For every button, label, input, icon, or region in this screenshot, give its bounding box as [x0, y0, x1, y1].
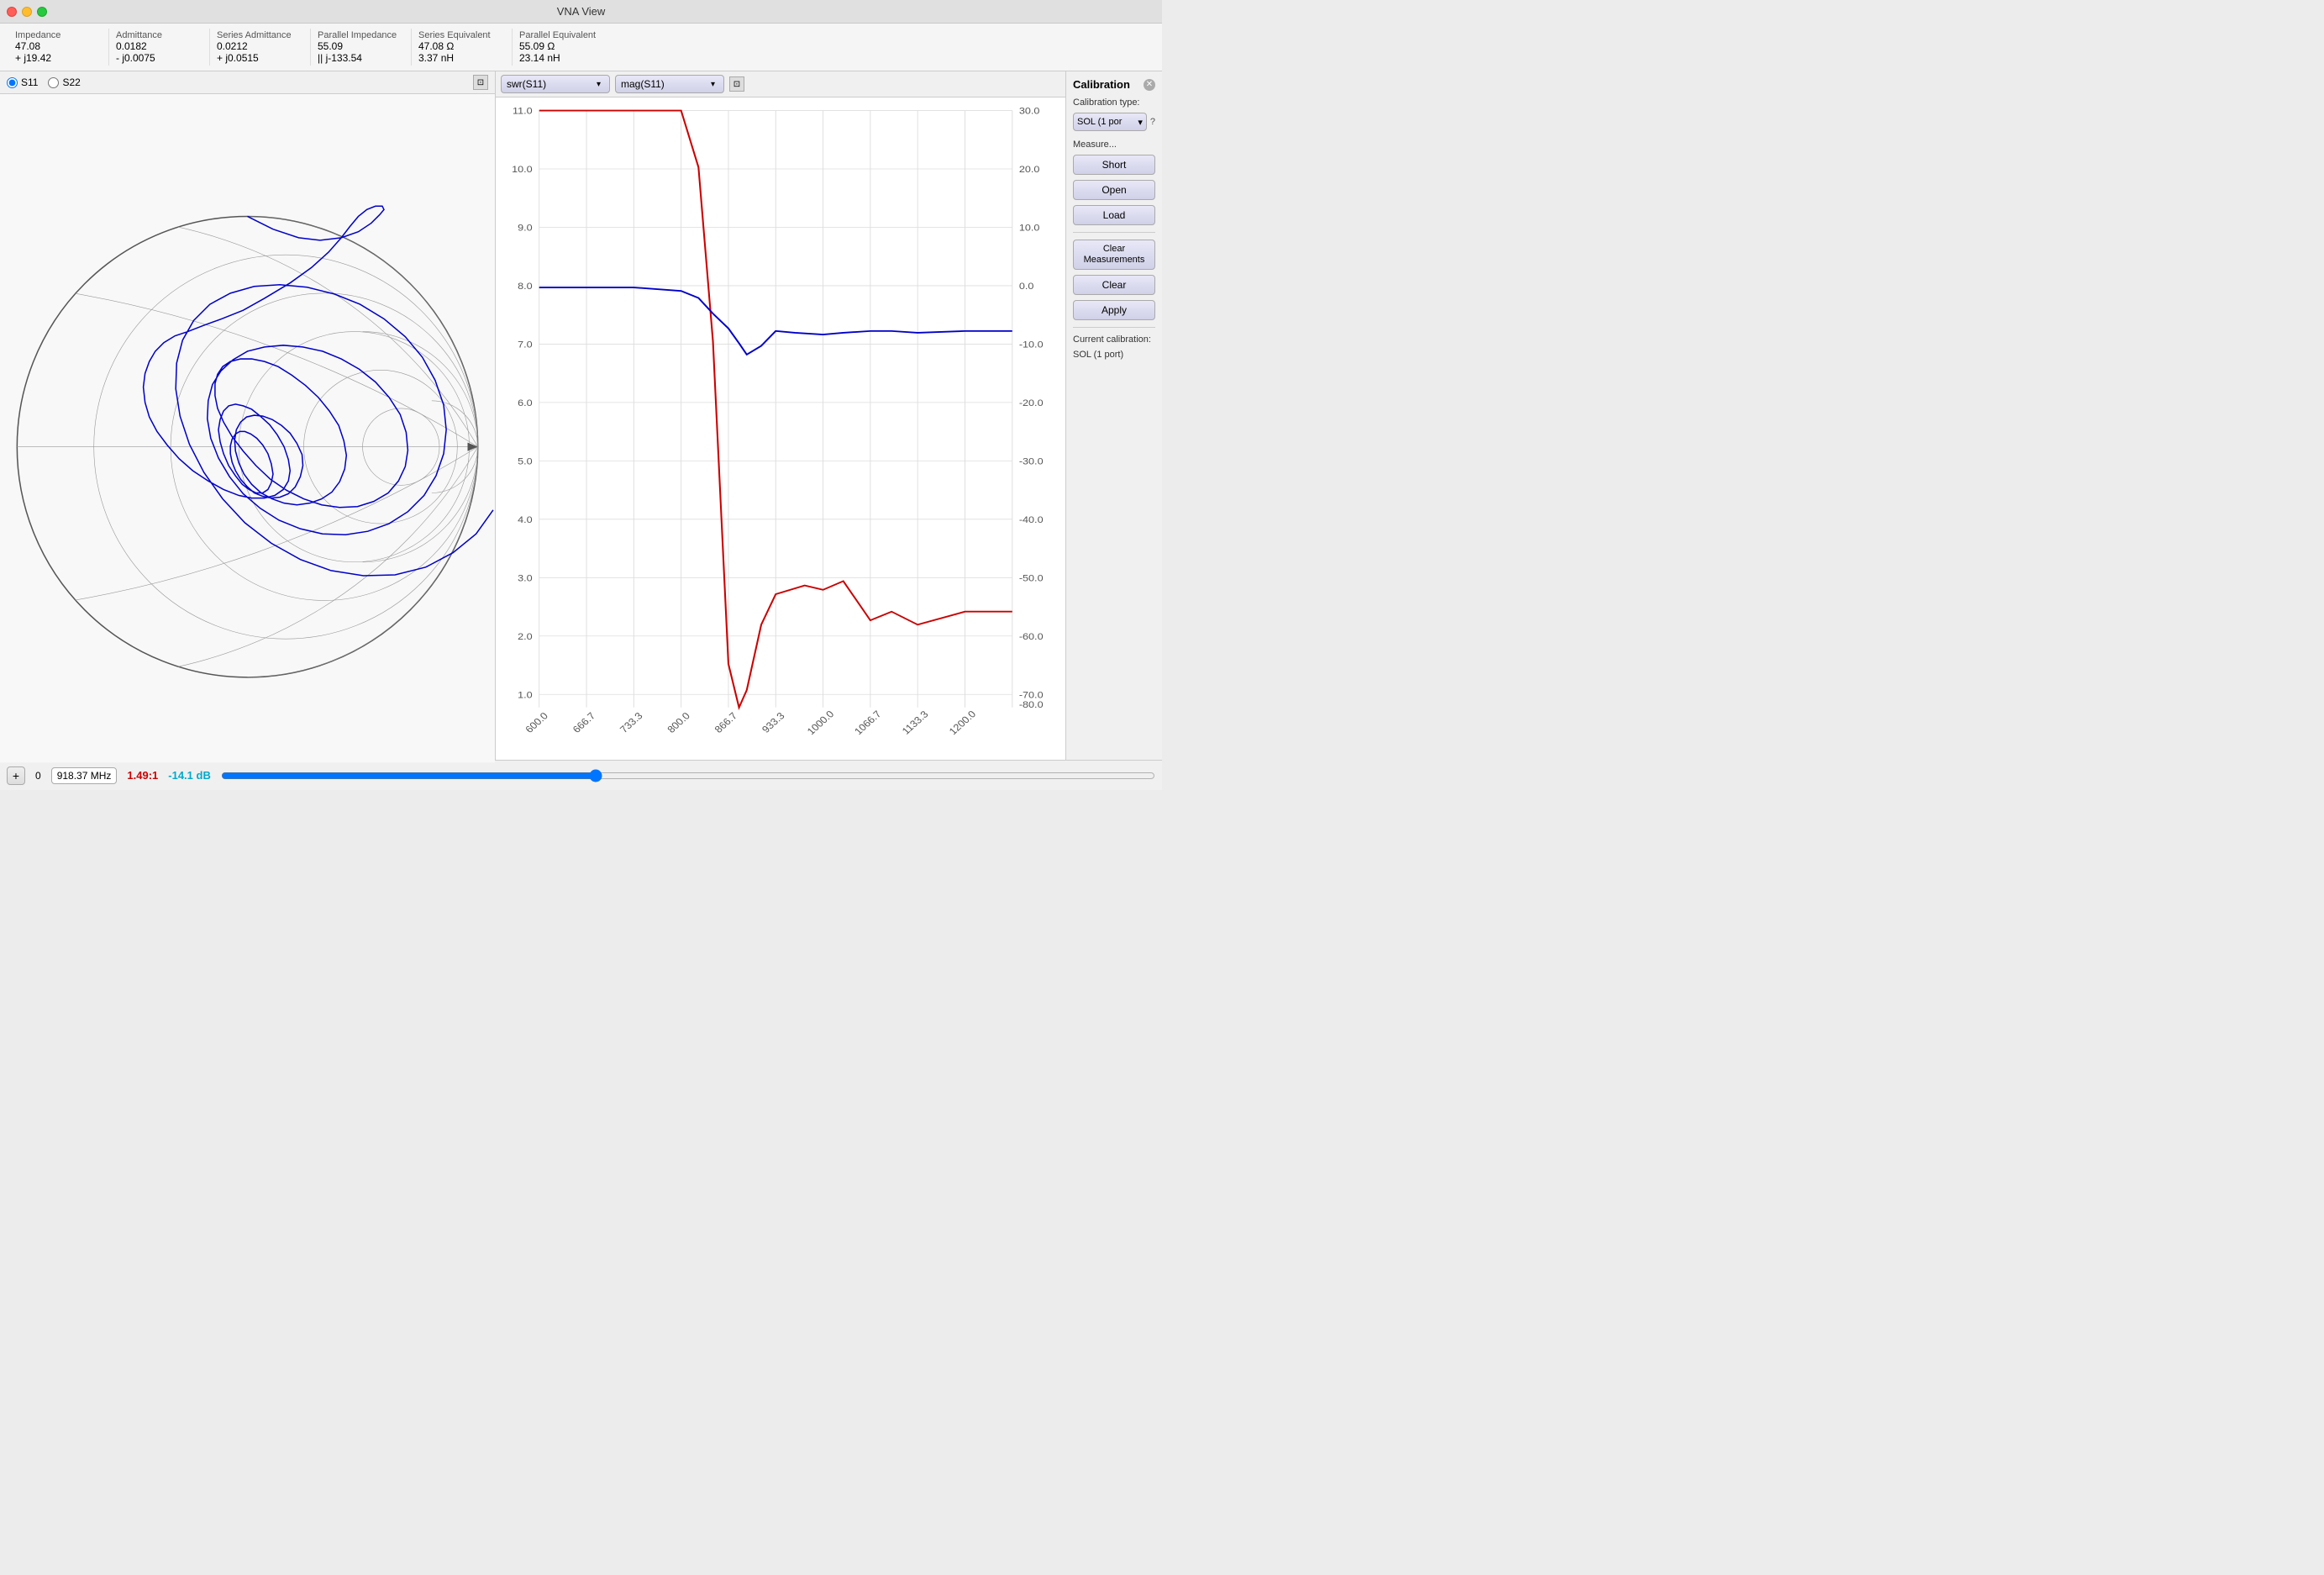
svg-text:-30.0: -30.0 — [1019, 456, 1044, 466]
svg-text:-60.0: -60.0 — [1019, 630, 1044, 641]
metric-impedance-sub: + j19.42 — [15, 52, 102, 64]
metric-series-admittance-label: Series Admittance — [217, 30, 303, 40]
line-chart-area: .axis-text { font-family: sans-serif; fo… — [496, 97, 1065, 760]
metric-series-admittance-value: 0.0212 — [217, 40, 303, 52]
s22-radio-label[interactable]: S22 — [48, 76, 80, 88]
short-button[interactable]: Short — [1073, 155, 1155, 175]
svg-text:8.0: 8.0 — [518, 281, 533, 292]
chart-dropdown-2[interactable]: mag(S11) mag(S22) phase(S11) — [615, 75, 724, 93]
svg-text:7.0: 7.0 — [518, 339, 533, 350]
chart-dropdown-1[interactable]: swr(S11) swr(S22) real(S11) — [501, 75, 610, 93]
s11-radio[interactable] — [7, 77, 18, 88]
calibration-panel: Calibration ✕ Calibration type: SOL (1 p… — [1065, 71, 1162, 760]
line-chart-container: swr(S11) swr(S22) real(S11) mag(S11) mag… — [496, 71, 1065, 760]
calibration-title-text: Calibration — [1073, 78, 1130, 91]
chart-select-2[interactable]: mag(S11) mag(S22) phase(S11) — [621, 78, 683, 90]
metric-parallel-equivalent-label: Parallel Equivalent — [519, 30, 607, 40]
metric-parallel-impedance: Parallel Impedance 55.09 || j-133.54 — [311, 29, 412, 66]
svg-text:0.0: 0.0 — [1019, 281, 1034, 292]
s11-label: S11 — [21, 76, 38, 88]
header-metrics: Impedance 47.08 + j19.42 Admittance 0.01… — [0, 24, 1162, 71]
traffic-lights — [7, 7, 47, 17]
chevron-down-icon: ▾ — [1138, 117, 1143, 128]
smith-expand-button[interactable]: ⊡ — [473, 75, 488, 90]
cal-type-label: Calibration type: — [1073, 97, 1155, 108]
divider-2 — [1073, 327, 1155, 328]
svg-text:-50.0: -50.0 — [1019, 572, 1044, 583]
metric-series-equivalent: Series Equivalent 47.08 Ω 3.37 nH — [412, 29, 513, 66]
line-chart-svg: .axis-text { font-family: sans-serif; fo… — [496, 97, 1065, 760]
metric-parallel-impedance-sub: || j-133.54 — [318, 52, 404, 64]
help-icon[interactable]: ? — [1150, 117, 1155, 127]
metric-parallel-impedance-label: Parallel Impedance — [318, 30, 404, 40]
svg-text:-20.0: -20.0 — [1019, 398, 1044, 408]
svg-text:6.0: 6.0 — [518, 398, 533, 408]
metric-parallel-equivalent-sub: 23.14 nH — [519, 52, 607, 64]
measure-label: Measure... — [1073, 140, 1155, 150]
metric-series-admittance: Series Admittance 0.0212 + j0.0515 — [210, 29, 311, 66]
window-title: VNA View — [557, 5, 606, 18]
svg-text:-40.0: -40.0 — [1019, 514, 1044, 525]
metric-impedance-label: Impedance — [15, 30, 102, 40]
current-cal-label: Current calibration: — [1073, 334, 1155, 345]
divider-1 — [1073, 232, 1155, 233]
maximize-button[interactable] — [37, 7, 47, 17]
svg-text:-10.0: -10.0 — [1019, 339, 1044, 350]
minimize-button[interactable] — [22, 7, 32, 17]
metric-series-equivalent-value: 47.08 Ω — [418, 40, 505, 52]
load-button[interactable]: Load — [1073, 205, 1155, 225]
calibration-close-button[interactable]: ✕ — [1144, 79, 1155, 91]
metric-series-equivalent-sub: 3.37 nH — [418, 52, 505, 64]
close-button[interactable] — [7, 7, 17, 17]
current-cal-value: SOL (1 port) — [1073, 350, 1155, 360]
chart-toolbar: swr(S11) swr(S22) real(S11) mag(S11) mag… — [496, 71, 1065, 97]
metric-parallel-equivalent-value: 55.09 Ω — [519, 40, 607, 52]
metric-impedance: Impedance 47.08 + j19.42 — [8, 29, 109, 66]
metric-admittance-sub: - j0.0075 — [116, 52, 202, 64]
calibration-title: Calibration ✕ — [1073, 78, 1155, 91]
smith-panel: S11 S22 ⊡ — [0, 71, 496, 760]
svg-text:-80.0: -80.0 — [1019, 698, 1044, 709]
s11-radio-label[interactable]: S11 — [7, 76, 38, 88]
metric-admittance-label: Admittance — [116, 30, 202, 40]
metric-admittance-value: 0.0182 — [116, 40, 202, 52]
clear-button[interactable]: Clear — [1073, 275, 1155, 295]
metric-series-equivalent-label: Series Equivalent — [418, 30, 505, 40]
chart-expand-button[interactable]: ⊡ — [729, 76, 744, 92]
cal-type-value: SOL (1 por — [1077, 117, 1122, 127]
svg-text:3.0: 3.0 — [518, 572, 533, 583]
metric-parallel-equivalent: Parallel Equivalent 55.09 Ω 23.14 nH — [513, 29, 613, 66]
clear-measurements-button[interactable]: Clear Measurements — [1073, 240, 1155, 270]
main-area: S11 S22 ⊡ — [0, 71, 1162, 760]
cal-type-dropdown[interactable]: SOL (1 por ▾ — [1073, 113, 1147, 131]
svg-text:30.0: 30.0 — [1019, 105, 1040, 116]
s22-label: S22 — [62, 76, 80, 88]
svg-text:20.0: 20.0 — [1019, 164, 1040, 175]
svg-text:9.0: 9.0 — [518, 222, 533, 233]
svg-text:2.0: 2.0 — [518, 630, 533, 641]
svg-text:1.0: 1.0 — [518, 689, 533, 700]
svg-text:5.0: 5.0 — [518, 456, 533, 466]
metric-parallel-impedance-value: 55.09 — [318, 40, 404, 52]
open-button[interactable]: Open — [1073, 180, 1155, 200]
right-area: swr(S11) swr(S22) real(S11) mag(S11) mag… — [496, 71, 1162, 760]
smith-toolbar: S11 S22 ⊡ — [0, 71, 495, 94]
svg-text:10.0: 10.0 — [512, 164, 533, 175]
chart-select-1[interactable]: swr(S11) swr(S22) real(S11) — [507, 78, 558, 90]
metric-series-admittance-sub: + j0.0515 — [217, 52, 303, 64]
metric-admittance: Admittance 0.0182 - j0.0075 — [109, 29, 210, 66]
smith-chart-svg — [0, 94, 495, 782]
metric-impedance-value: 47.08 — [15, 40, 102, 52]
title-bar: VNA View — [0, 0, 1162, 24]
svg-text:11.0: 11.0 — [513, 105, 533, 116]
apply-button[interactable]: Apply — [1073, 300, 1155, 320]
svg-text:10.0: 10.0 — [1019, 222, 1040, 233]
s22-radio[interactable] — [48, 77, 59, 88]
svg-text:4.0: 4.0 — [518, 514, 533, 525]
